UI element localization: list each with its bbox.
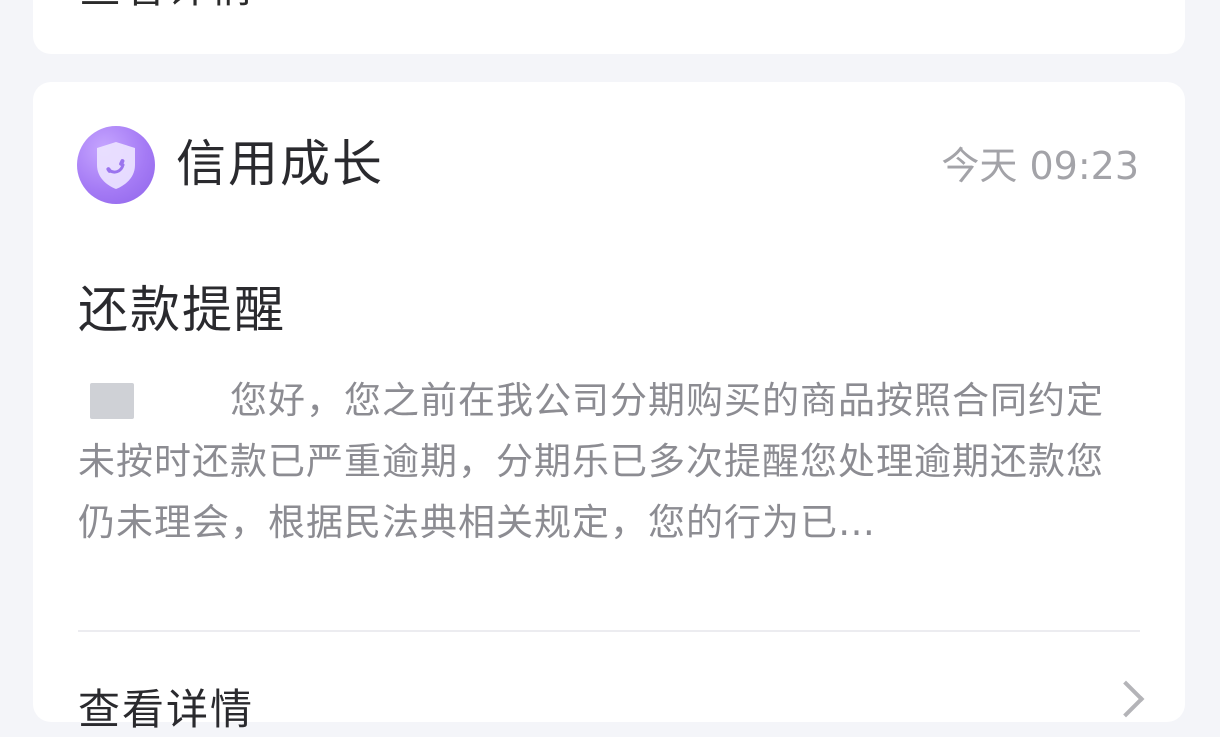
message-body-text: 您好，您之前在我公司分期购买的商品按照合同约定未按时还款已严重逾期，分期乐已多次… (78, 379, 1104, 544)
divider (78, 630, 1140, 632)
previous-message-card: 查看详情 (33, 0, 1185, 54)
shield-phone-icon (77, 126, 155, 204)
sender-name: 信用成长 (176, 135, 384, 193)
redacted-name (90, 383, 134, 419)
message-card[interactable]: 信用成长 今天 09:23 还款提醒 您好，您之前在我公司分期购买的商品按照合同… (33, 82, 1185, 734)
message-body: 您好，您之前在我公司分期购买的商品按照合同约定未按时还款已严重逾期，分期乐已多次… (78, 370, 1140, 553)
chevron-right-icon (1107, 680, 1145, 718)
view-details-link[interactable]: 查看详情 (78, 676, 254, 737)
view-details-link-top[interactable]: 查看详情 (79, 0, 255, 15)
message-title: 还款提醒 (78, 281, 286, 339)
message-time: 今天 09:23 (941, 144, 1139, 188)
